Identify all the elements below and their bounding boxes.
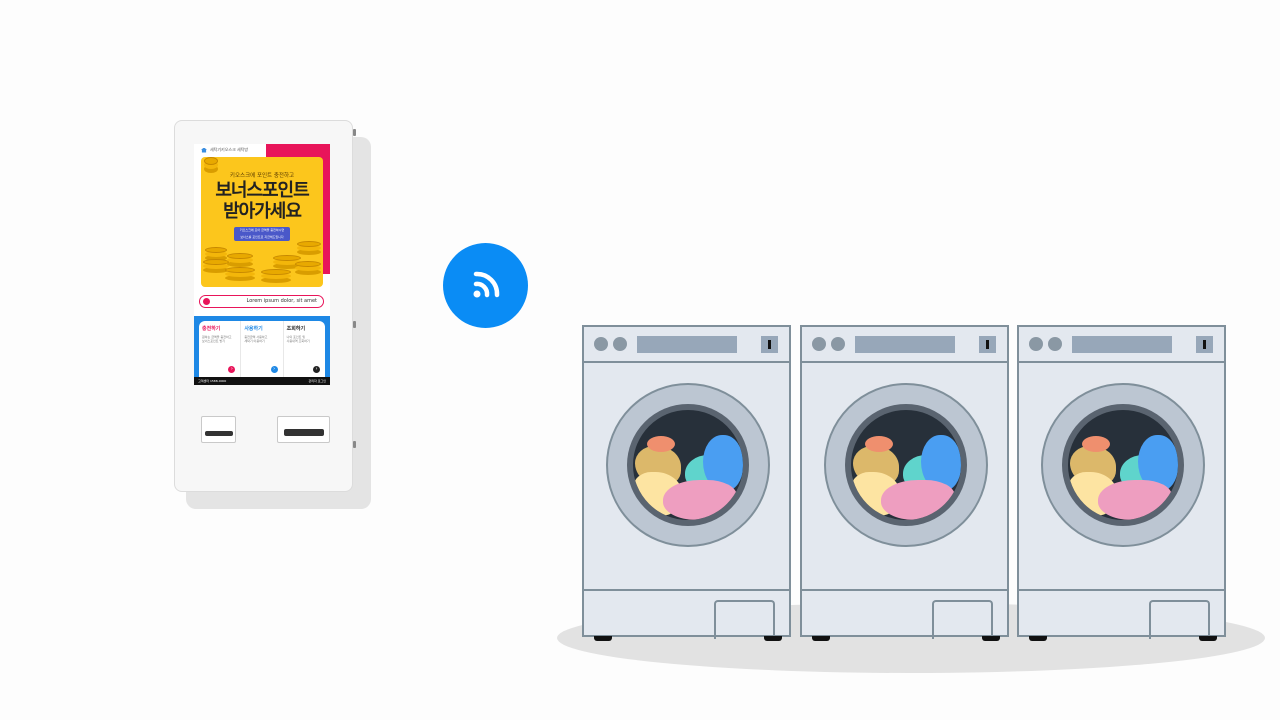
kiosk-bolt [353,321,356,328]
banner-title-line2: 받아가세요 [223,201,302,222]
display-panel [637,336,737,353]
dial-knob[interactable] [594,337,608,351]
door-glass [627,404,749,526]
coin-icon [261,269,291,275]
washer-door[interactable] [1041,383,1205,547]
arrow-right-icon[interactable]: › [228,366,236,373]
coin-icon [297,241,321,247]
washer-foot [594,636,612,641]
filter-drawer[interactable] [932,600,993,639]
wireless-connection [443,243,528,328]
bill-acceptor-slot[interactable] [277,416,330,443]
menu-inquiry-title: 조회하기 [286,326,306,332]
card-reader-slot[interactable] [201,416,236,443]
laundry-drum [851,410,961,520]
footer-left: 고객센터 1588-0000 [198,379,227,383]
promo-banner[interactable]: 키오스크에 포인트 충전하고 보너스포인트 받아가세요 키오스크에 모아 금액을… [201,157,323,287]
menu-inquiry[interactable]: 조회하기 나의 포인트 및 사용내역 조회하기 › [284,321,325,377]
screen-footer: 고객센터 1588-0000 관리자 로그인 [194,377,330,385]
home-icon[interactable] [201,147,207,153]
dial-knob[interactable] [1048,337,1062,351]
clothes [865,436,893,452]
clothes [881,480,955,520]
desc-line: 보너스포인트 받기 [202,339,226,343]
card-slot-opening [205,431,233,436]
coin-icon [204,157,218,165]
washer-foot [812,636,830,641]
menu-use-title: 사용하기 [244,326,263,332]
kiosk-bolt [353,129,356,136]
arrow-right-icon[interactable]: › [312,366,320,373]
dial-knob[interactable] [1029,337,1043,351]
laundry-drum [633,410,743,520]
laundry-drum [1068,410,1178,520]
banner-subtitle: 키오스크에 포인트 충전하고 [229,173,295,179]
banner-title-line1: 보너스포인트 [215,180,309,201]
power-switch[interactable] [1196,336,1213,353]
menu-charge-desc: 원하는 금액을 충전하고 보너스포인트 받기 [202,335,237,343]
menu-charge[interactable]: 충전하기 원하는 금액을 충전하고 보너스포인트 받기 › [199,321,242,377]
clothes [647,436,675,452]
pill-line2: 보너스를 포인트로 지급해드립니다 [240,235,284,239]
display-panel [1072,336,1172,353]
menu-use-desc: 충전금액 사용하고 세탁기 이용하기 [244,335,279,343]
search-icon [203,298,210,305]
display-panel [855,336,955,353]
washing-machine-3[interactable] [1017,325,1226,641]
washing-machine-1[interactable] [582,325,791,641]
coin-icon [273,255,301,261]
dial-knob[interactable] [831,337,845,351]
desc-line: 사용내역 조회하기 [286,339,310,343]
coin-icon [225,267,255,273]
clothes [1098,480,1172,520]
coin-icon [205,247,227,253]
clothes [1082,436,1110,452]
coin-icon [203,259,229,265]
bill-slot-opening [284,429,324,436]
header-label: 세탁기키오스크 세탁방 [210,147,249,152]
door-glass [1062,404,1184,526]
control-panel [1019,327,1224,363]
arrow-right-icon[interactable]: › [270,366,278,373]
wifi-signal-icon [473,271,500,298]
door-glass [845,404,967,526]
washer-door[interactable] [824,383,988,547]
search-bar[interactable]: Lorem ipsum dolor, sit amet [199,295,324,308]
banner-pill: 키오스크에 모아 금액을 충전하시면 보너스를 포인트로 지급해드립니다 [234,227,290,241]
washer-foot [982,636,1000,641]
control-panel [584,327,789,363]
coin-icon [295,261,321,267]
base-line [802,589,1007,591]
power-switch[interactable] [979,336,996,353]
washer-door[interactable] [606,383,770,547]
washer-foot [1029,636,1047,641]
pill-line1: 키오스크에 모아 금액을 충전하시면 [239,228,285,232]
menu-charge-title: 충전하기 [202,326,221,332]
power-switch[interactable] [761,336,778,353]
kiosk-bolt [353,441,356,448]
footer-right[interactable]: 관리자 로그인 [308,377,326,385]
filter-drawer[interactable] [1149,600,1210,639]
washing-machine-2[interactable] [800,325,1009,641]
menu-card: 충전하기 원하는 금액을 충전하고 보너스포인트 받기 › 사용하기 충전금액 … [199,321,325,377]
dial-knob[interactable] [613,337,627,351]
washer-foot [1199,636,1217,641]
search-text: Lorem ipsum dolor, sit amet [246,298,317,304]
clothes [663,480,737,520]
filter-drawer[interactable] [714,600,775,639]
kiosk-screen: 세탁기키오스크 세탁방 키오스크에 포인트 충전하고 보너스포인트 받아가세요 … [194,144,330,385]
menu-inquiry-desc: 나의 포인트 및 사용내역 조회하기 [287,335,322,343]
menu-use[interactable]: 사용하기 충전금액 사용하고 세탁기 이용하기 › [241,321,284,377]
washer-foot [764,636,782,641]
desc-line: 세탁기 이용하기 [244,339,265,343]
base-line [584,589,789,591]
screen-header: 세탁기키오스크 세탁방 [201,147,248,153]
base-line [1019,589,1224,591]
control-panel [802,327,1007,363]
dial-knob[interactable] [812,337,826,351]
coin-icon [227,253,253,259]
